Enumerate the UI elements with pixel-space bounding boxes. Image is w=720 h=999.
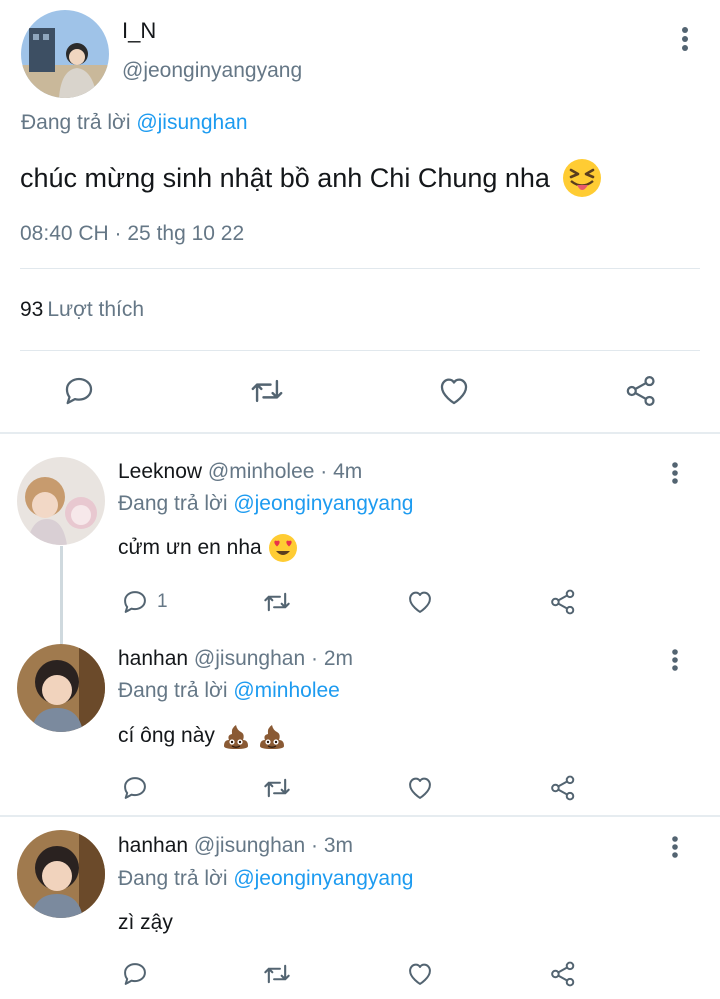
share-icon[interactable] — [549, 960, 577, 988]
more-options-icon[interactable] — [667, 835, 683, 859]
user-handle[interactable]: @jisunghan — [194, 834, 305, 857]
display-name[interactable]: hanhan — [118, 834, 188, 857]
reply-text: zì zậy — [118, 911, 173, 935]
reply-tweet: hanhan @jisunghan · 3m Đang trả lời @jeo… — [0, 0, 720, 999]
avatar[interactable] — [17, 830, 105, 918]
like-icon[interactable] — [406, 960, 434, 988]
replying-to-link[interactable]: @jeonginyangyang — [233, 867, 413, 890]
replying-prefix: Đang trả lời — [118, 867, 228, 890]
reply-header: hanhan @jisunghan · 3m — [118, 834, 353, 858]
retweet-icon[interactable] — [261, 960, 293, 988]
reply-body: zì zậy — [118, 911, 173, 934]
replying-to: Đang trả lời @jeonginyangyang — [118, 867, 413, 891]
reply-icon[interactable] — [121, 960, 149, 988]
reply-time[interactable]: · 3m — [311, 834, 353, 857]
